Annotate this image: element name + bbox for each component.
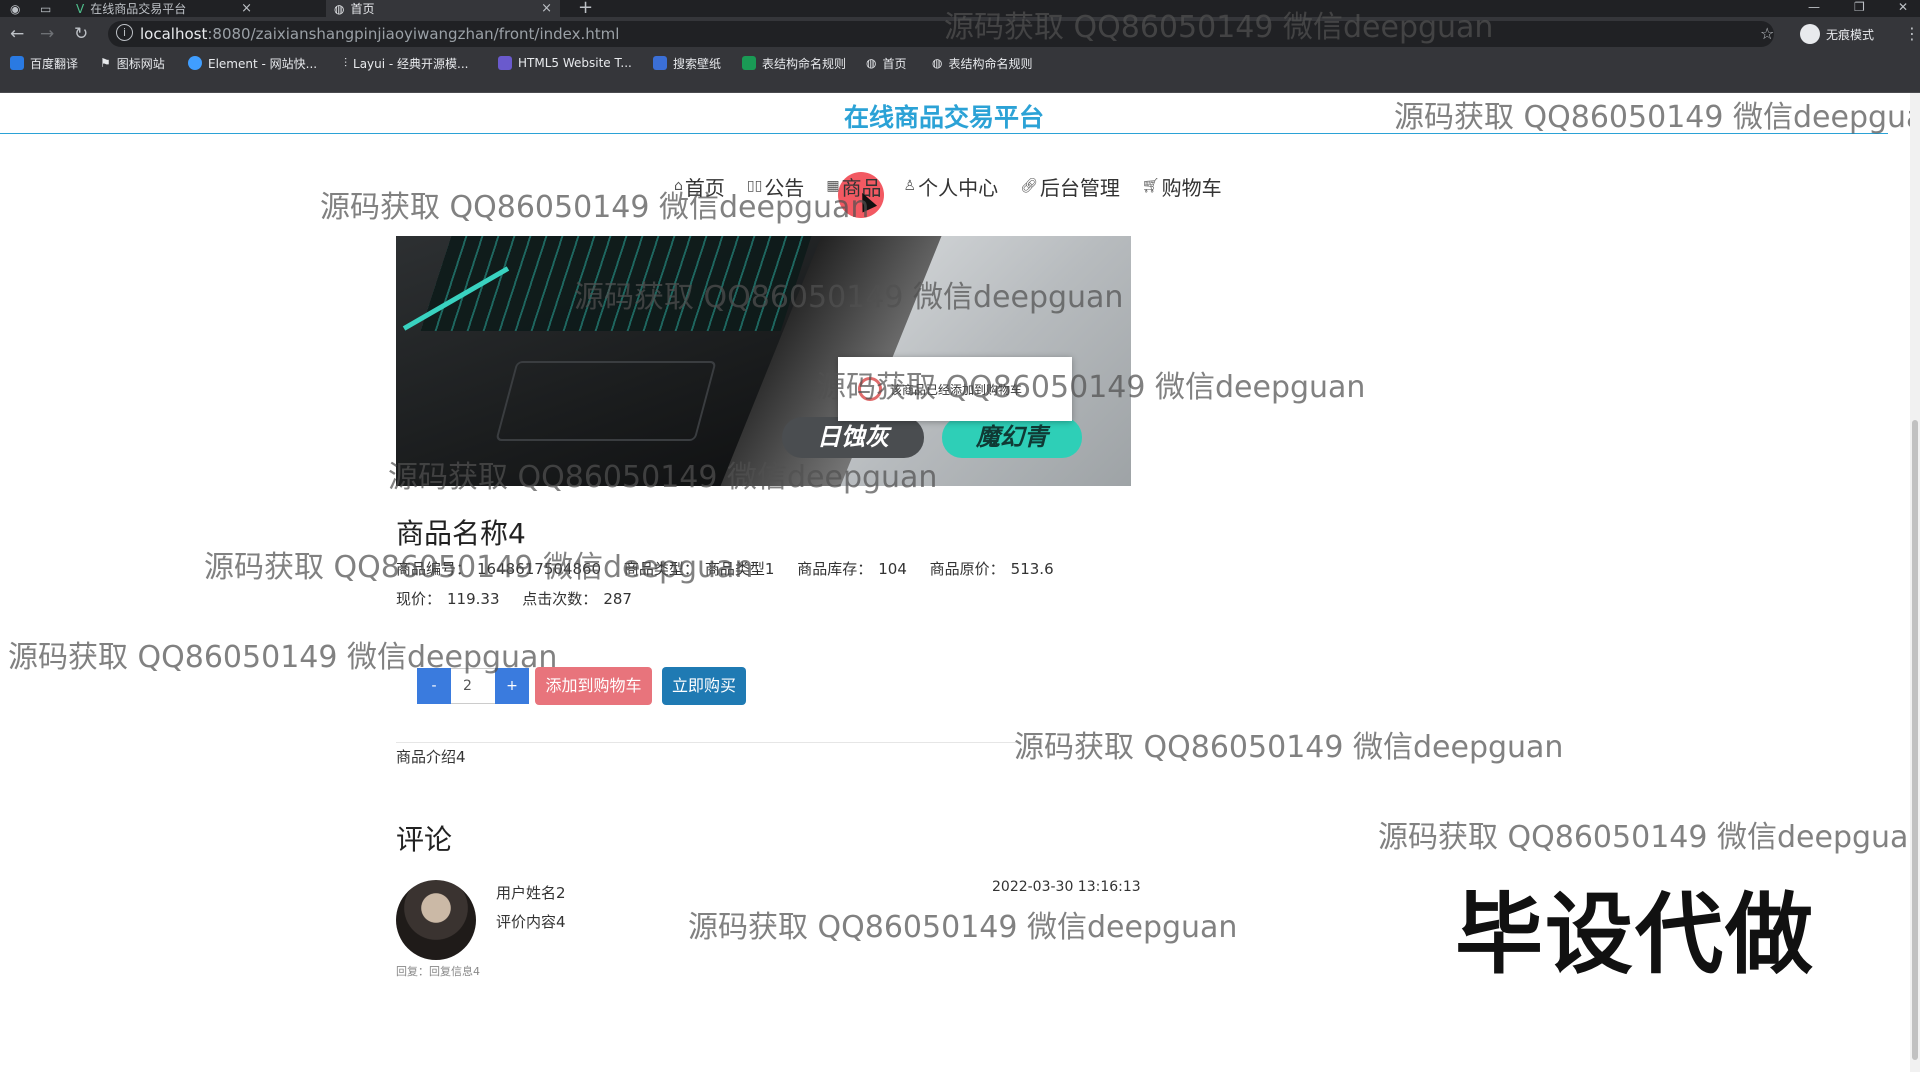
watermark-text: 源码获取 QQ86050149 微信deepguan <box>1394 100 1920 135</box>
tab-label: 首页 <box>350 2 375 16</box>
info-icon[interactable]: i <box>116 24 133 41</box>
watermark-text: 源码获取 QQ86050149 微信deepguan <box>816 370 1366 405</box>
user-icon: ♙ <box>903 178 917 194</box>
buy-now-button[interactable]: 立即购买 <box>662 667 746 705</box>
globe-icon: ◍ <box>334 1 345 16</box>
product-old-price: 513.6 <box>1010 560 1054 578</box>
comment-time: 2022-03-30 13:16:13 <box>992 879 1141 895</box>
window-icon: ▭ <box>40 1 52 16</box>
bookmark-star-icon[interactable]: ☆ <box>1760 17 1774 51</box>
comment-user: 用户姓名2 <box>496 884 566 902</box>
nav-item-admin[interactable]: 🔗︎ 后台管理 <box>1020 172 1120 201</box>
element-icon <box>188 56 202 70</box>
close-tab-icon[interactable]: × <box>541 0 552 17</box>
close-tab-icon[interactable]: × <box>241 0 252 17</box>
sheet-icon <box>742 56 756 70</box>
flag-icon: ⚑ <box>100 56 111 70</box>
wallpaper-icon <box>653 56 667 70</box>
product-price: 119.33 <box>447 590 500 608</box>
nav-item-profile[interactable]: ♙ 个人中心 <box>904 172 999 201</box>
avatar <box>396 880 476 960</box>
bookmark-item[interactable]: 表结构命名规则 <box>742 51 846 75</box>
watermark-text: 源码获取 QQ86050149 微信deepguan <box>388 460 938 495</box>
new-tab-button[interactable]: + <box>578 0 593 17</box>
product-intro: 商品介绍4 <box>396 748 466 766</box>
comments-heading: 评论 <box>396 823 453 856</box>
tab-label: 在线商品交易平台 <box>90 2 187 16</box>
incognito-icon <box>1800 24 1820 44</box>
watermark-text: 源码获取 QQ86050149 微信deepguan <box>1378 820 1920 855</box>
bookmark-item[interactable]: HTML5 Website T... <box>498 51 632 75</box>
minimize-icon[interactable]: — <box>1808 0 1820 17</box>
tab-platform[interactable]: V 在线商品交易平台 × <box>66 0 260 17</box>
section-divider <box>396 742 1016 743</box>
bookmark-item[interactable]: ◍ 首页 <box>866 51 907 75</box>
tab-home[interactable]: ◍ 首页 × <box>326 0 560 17</box>
watermark-text: 源码获取 QQ86050149 微信deepguan <box>944 10 1494 45</box>
bookmark-item[interactable]: Element - 网站快... <box>188 51 317 75</box>
comment-reply: 回复：回复信息4 <box>396 965 480 978</box>
bookmark-item[interactable]: ⚑ 图标网站 <box>100 51 165 75</box>
browser-logo-icon: ◉ <box>10 1 21 16</box>
watermark-text: 源码获取 QQ86050149 微信deepguan <box>1014 730 1564 765</box>
browser-menu-icon[interactable]: ⋮ <box>1904 17 1920 51</box>
cart-icon: 🛒︎ <box>1141 178 1160 194</box>
close-window-icon[interactable]: ✕ <box>1898 0 1908 17</box>
product-meta-line2: 现价： 119.33 点击次数： 287 <box>396 590 632 608</box>
forward-icon[interactable]: → <box>40 17 54 51</box>
nav-item-cart[interactable]: 🛒︎ 购物车 <box>1142 172 1222 201</box>
url-text: localhost:8080/zaixianshangpinjiaoyiwang… <box>140 25 620 43</box>
promo-text: 毕设代做 <box>1455 883 1816 986</box>
watermark-text: 源码获取 QQ86050149 微信deepguan <box>574 280 1124 315</box>
bookmarks-bar: 百度翻译 ⚑ 图标网站 Element - 网站快... ⫶ Layui - 经典开… <box>0 51 1920 93</box>
link-icon: 🔗︎ <box>1020 178 1038 194</box>
globe-icon: ◍ <box>866 56 877 70</box>
layui-icon: ⫶ <box>344 55 348 70</box>
product-stock: 104 <box>878 560 907 578</box>
bookmark-item[interactable]: 百度翻译 <box>10 51 78 75</box>
html5-icon <box>498 56 512 70</box>
incognito-indicator[interactable]: 无痕模式 <box>1800 24 1874 44</box>
watermark-text: 源码获取 QQ86050149 微信deepguan <box>688 910 1238 945</box>
watermark-text: 源码获取 QQ86050149 微信deepguan <box>8 640 558 675</box>
bookmark-item[interactable]: ⫶ Layui - 经典开源模... <box>344 51 469 75</box>
restore-icon[interactable]: ❐ <box>1854 0 1865 17</box>
bookmark-item[interactable]: ◍ 表结构命名规则 <box>932 51 1033 75</box>
back-icon[interactable]: ← <box>10 17 24 51</box>
translate-icon <box>10 56 24 70</box>
color-badge-teal: 魔幻青 <box>942 417 1082 458</box>
bookmark-item[interactable]: 搜索壁纸 <box>653 51 721 75</box>
watermark-text: 源码获取 QQ86050149 微信deepguan <box>204 550 754 585</box>
scrollbar-thumb[interactable] <box>1912 420 1918 1060</box>
address-bar[interactable]: i localhost:8080/zaixianshangpinjiaoyiwa… <box>108 21 1774 47</box>
reload-icon[interactable]: ↻ <box>74 17 88 51</box>
globe-icon: ◍ <box>932 56 943 70</box>
comment-content: 评价内容4 <box>496 913 566 931</box>
product-clicks: 287 <box>603 590 632 608</box>
vue-icon: V <box>76 1 85 16</box>
watermark-text: 源码获取 QQ86050149 微信deepguan <box>320 190 870 225</box>
